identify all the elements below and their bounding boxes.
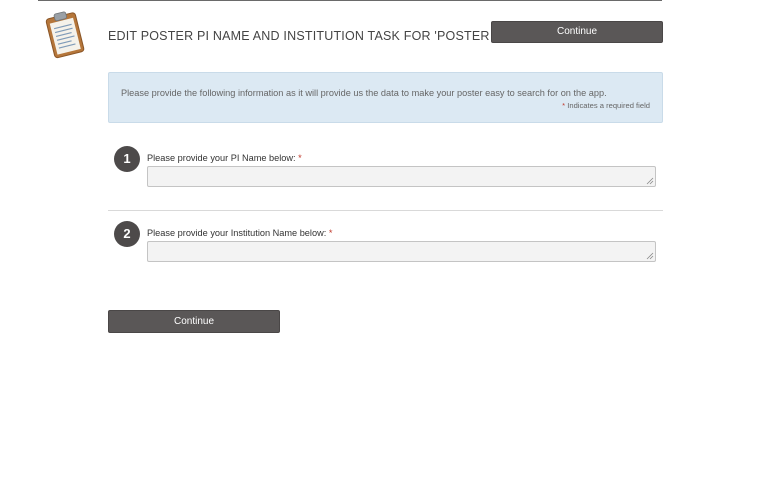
required-note-text: Indicates a required field — [567, 101, 650, 110]
required-field-note: * Indicates a required field — [562, 101, 650, 110]
page-title: EDIT POSTER PI NAME AND INSTITUTION TASK… — [108, 29, 505, 43]
question-text: Please provide your PI Name below: — [147, 153, 296, 163]
top-divider — [38, 0, 662, 1]
question-number-badge: 2 — [114, 221, 140, 247]
resize-grip-icon[interactable] — [646, 252, 654, 260]
question-number-badge: 1 — [114, 146, 140, 172]
institution-name-input[interactable] — [147, 241, 656, 262]
continue-button-bottom[interactable]: Continue — [108, 310, 280, 333]
question-text: Please provide your Institution Name bel… — [147, 228, 327, 238]
question-label-pi-name: Please provide your PI Name below: * — [147, 153, 302, 163]
continue-button-top[interactable]: Continue — [491, 21, 663, 43]
required-marker: * — [562, 101, 566, 110]
info-text: Please provide the following information… — [121, 88, 607, 98]
pi-name-input[interactable] — [147, 166, 656, 187]
question-label-institution-name: Please provide your Institution Name bel… — [147, 228, 332, 238]
required-marker: * — [328, 228, 333, 238]
clipboard-icon — [45, 11, 85, 59]
question-divider — [108, 210, 663, 211]
info-panel: Please provide the following information… — [108, 72, 663, 123]
required-marker: * — [298, 153, 302, 163]
resize-grip-icon[interactable] — [646, 177, 654, 185]
